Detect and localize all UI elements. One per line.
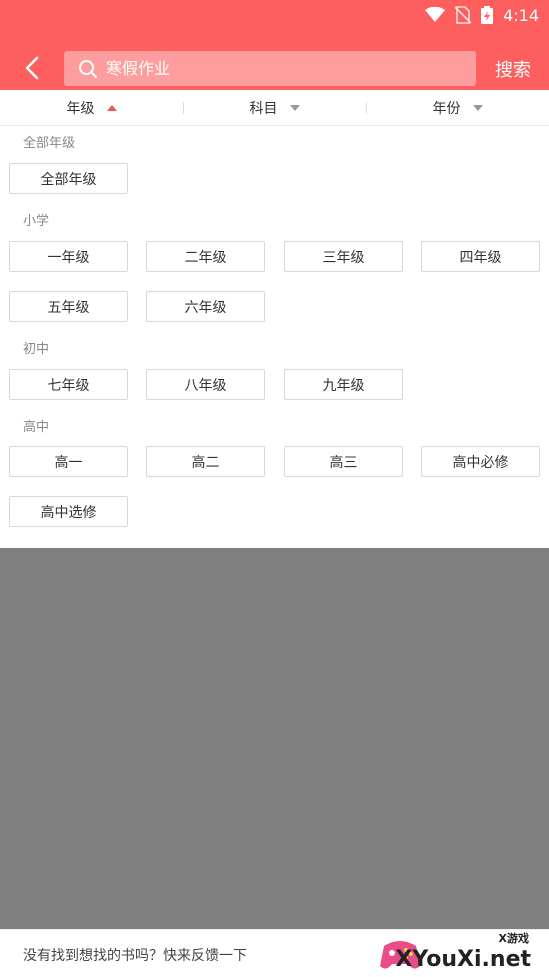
triangle-down-icon <box>289 104 300 111</box>
watermark: X游戏 XYouXi.net <box>376 930 541 977</box>
grade-option-high-2[interactable]: 高二 <box>146 446 265 477</box>
search-box[interactable] <box>64 51 476 86</box>
section-title-high: 高中 <box>23 420 50 435</box>
dim-overlay[interactable] <box>0 548 549 929</box>
triangle-up-icon <box>106 104 117 111</box>
status-time: 4:14 <box>503 5 539 25</box>
triangle-down-icon <box>472 104 483 111</box>
section-title-middle: 初中 <box>23 342 50 357</box>
filter-tab-year[interactable]: 年份 <box>366 90 549 125</box>
filter-bar: 年级 科目 年份 <box>0 90 549 126</box>
search-input[interactable] <box>106 59 466 78</box>
wifi-icon <box>425 7 446 22</box>
filter-tab-subject[interactable]: 科目 <box>183 90 366 125</box>
search-icon <box>79 59 97 78</box>
section-title-all: 全部年级 <box>23 136 76 151</box>
filter-tab-label: 年级 <box>66 100 95 117</box>
watermark-tag: X游戏 <box>498 932 529 945</box>
app-header: 4:14 搜索 <box>0 0 549 90</box>
back-button[interactable] <box>14 50 50 86</box>
status-bar: 4:14 <box>0 0 549 30</box>
battery-charging-icon <box>481 6 494 24</box>
watermark-brand: XYouXi.net <box>395 947 531 972</box>
filter-tab-label: 年份 <box>432 100 461 117</box>
grade-option-grade-6[interactable]: 六年级 <box>146 291 265 322</box>
grade-option-high-required[interactable]: 高中必修 <box>421 446 540 477</box>
section-title-primary: 小学 <box>23 214 50 229</box>
grade-option-grade-8[interactable]: 八年级 <box>146 369 265 400</box>
grade-option-grade-9[interactable]: 九年级 <box>284 369 403 400</box>
grade-filter-panel: 全部年级 全部年级 小学 一年级 二年级 三年级 四年级 五年级 六年级 初中 … <box>0 126 549 548</box>
grade-option-grade-4[interactable]: 四年级 <box>421 241 540 272</box>
grade-option-grade-2[interactable]: 二年级 <box>146 241 265 272</box>
grade-option-high-3[interactable]: 高三 <box>284 446 403 477</box>
grade-option-grade-5[interactable]: 五年级 <box>9 291 128 322</box>
grade-option-high-1[interactable]: 高一 <box>9 446 128 477</box>
feedback-link[interactable]: 没有找到想找的书吗？快来反馈一下 <box>23 945 247 965</box>
grade-option-grade-1[interactable]: 一年级 <box>9 241 128 272</box>
footer-bar: 没有找到想找的书吗？快来反馈一下 X游戏 XYouXi.net <box>0 929 549 977</box>
grade-option-grade-7[interactable]: 七年级 <box>9 369 128 400</box>
chevron-left-icon <box>25 56 39 80</box>
grade-option-high-elective[interactable]: 高中选修 <box>9 496 128 527</box>
grade-option-all[interactable]: 全部年级 <box>9 163 128 194</box>
grade-option-grade-3[interactable]: 三年级 <box>284 241 403 272</box>
no-signal-icon <box>455 6 472 24</box>
filter-tab-grade[interactable]: 年级 <box>0 90 183 125</box>
status-icons: 4:14 <box>425 5 539 25</box>
search-button[interactable]: 搜索 <box>495 56 531 82</box>
filter-tab-label: 科目 <box>249 100 278 117</box>
